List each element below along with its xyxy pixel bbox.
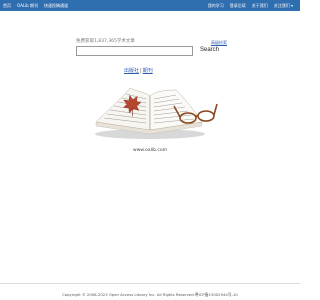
footer-divider <box>0 283 300 284</box>
nav-quick-submit[interactable]: 快速投稿通道 <box>44 3 68 9</box>
publish-links: 出版社|期刊 <box>124 67 153 74</box>
advanced-search-link[interactable]: 高级检索 <box>211 40 227 46</box>
publisher-link[interactable]: 出版社 <box>124 68 139 74</box>
book-illustration <box>95 87 218 139</box>
search-button[interactable]: Search <box>200 47 219 53</box>
search-hint: 免费获取1,837,365学术文章 <box>76 39 135 44</box>
nav-home[interactable]: 首页 <box>3 3 11 9</box>
copyright-text: Copyright © 2006-2023 Open Access Librar… <box>62 292 238 297</box>
site-url: www.oalib.com <box>133 148 167 153</box>
search-input[interactable] <box>76 46 193 56</box>
top-nav-bar: 首页 OALib 期刊 快速投稿通道 我的学习 登录后续 关于我们 关注我们 ▾ <box>0 0 300 11</box>
nav-my-study[interactable]: 我的学习 <box>208 3 224 9</box>
top-nav-right: 我的学习 登录后续 关于我们 关注我们 ▾ <box>208 3 297 9</box>
nav-oalib-journal[interactable]: OALib 期刊 <box>17 3 38 9</box>
journal-link[interactable]: 期刊 <box>143 68 153 74</box>
nav-follow[interactable]: 关注我们 ▾ <box>274 3 293 9</box>
nav-about[interactable]: 关于我们 <box>252 3 268 9</box>
nav-login[interactable]: 登录后续 <box>230 3 246 9</box>
link-separator: | <box>140 68 142 74</box>
top-nav-left: 首页 OALib 期刊 快速投稿通道 <box>3 3 68 9</box>
